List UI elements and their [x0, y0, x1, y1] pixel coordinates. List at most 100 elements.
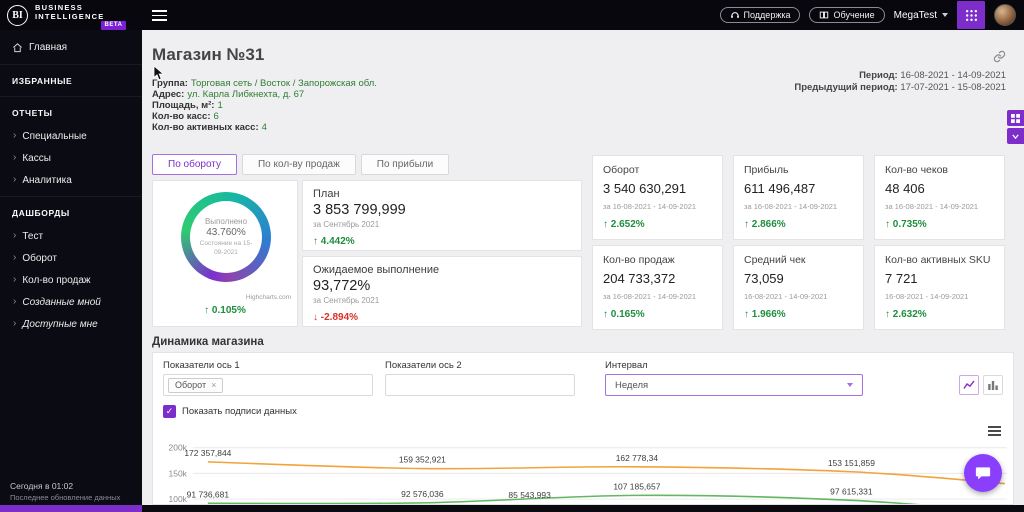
kpi-grid: Оборот 3 540 630,291 за 16-08-2021 - 14-…: [592, 155, 1005, 330]
plan-delta-wrap: 4.442%: [313, 231, 571, 249]
svg-text:153 151,859: 153 151,859: [828, 458, 875, 468]
plan-card: План 3 853 799,999 за Сентябрь 2021 4.44…: [302, 180, 582, 251]
sidebar-item-home[interactable]: Главная: [0, 30, 142, 65]
kpi-card-average-receipt: Средний чек 73,059 16-08-2021 - 14-09-20…: [733, 245, 864, 330]
apps-grid-button[interactable]: [957, 1, 985, 29]
dynamics-chart-area: 200k 150k 100k 172 357,844 159 352,921 162 77…: [153, 423, 1013, 504]
plan-value: 3 853 799,999: [313, 202, 406, 218]
hamburger-menu-icon[interactable]: [152, 10, 167, 21]
kpi-card-sales-count: Кол-во продаж 204 733,372 за 16-08-2021 …: [592, 245, 723, 330]
sidebar-item-cash-registers[interactable]: Кассы: [0, 147, 142, 169]
plan-period: за Сентябрь 2021: [313, 220, 380, 229]
tab-by-profit[interactable]: По прибыли: [360, 154, 450, 175]
line-chart-icon: [963, 380, 975, 389]
dynamics-line-chart: 200k150k100k172 357,844159 352,921 162 77…: [169, 443, 1008, 504]
sidebar-home-label: Главная: [29, 42, 68, 53]
expected-value: 93,772%: [313, 278, 371, 294]
detail-active-registers: Кол-во активных касс: 4: [152, 121, 267, 133]
user-avatar[interactable]: [994, 4, 1016, 26]
sidebar-footer: Сегодня в 01:02 Последнее обновление дан…: [0, 481, 142, 502]
plan-title: План: [313, 188, 340, 200]
sidebar-item-analytics[interactable]: Аналитика: [0, 169, 142, 191]
svg-text:97 615,331: 97 615,331: [830, 486, 873, 496]
svg-text:91 736,681: 91 736,681: [187, 489, 230, 499]
remove-chip-icon[interactable]: [211, 380, 216, 390]
book-icon: [820, 11, 829, 19]
axis2-label: Показатели ось 2: [385, 360, 462, 371]
chevron-right-icon: [13, 175, 16, 185]
sidebar-item-sales-count-dashboard[interactable]: Кол-во продаж: [0, 269, 142, 291]
chevron-down-icon: [942, 13, 948, 17]
dashboard-panel-button[interactable]: [1007, 110, 1024, 126]
kpi-card-turnover: Оборот 3 540 630,291 за 16-08-2021 - 14-…: [592, 155, 723, 240]
tab-by-turnover[interactable]: По обороту: [152, 154, 237, 175]
interval-select[interactable]: Неделя: [605, 374, 863, 396]
sidebar-item-created-by-me[interactable]: Созданные мной: [0, 291, 142, 313]
expected-delta: -2.894%: [313, 312, 358, 323]
gauge-completed-label: Выполнено: [204, 217, 248, 227]
interval-value: Неделя: [615, 379, 649, 391]
show-data-labels-row: Показать подписи данных: [163, 405, 297, 418]
bi-logo-text: BI: [12, 9, 23, 21]
metric-tabs: По обороту По кол-ву продаж По прибыли: [152, 154, 450, 175]
show-data-labels-label: Показать подписи данных: [182, 406, 297, 417]
sidebar-item-special-reports[interactable]: Специальные: [0, 125, 142, 147]
support-button[interactable]: Поддержка: [719, 7, 801, 23]
kpi-card-active-sku: Кол-во активных SKU 7 721 16-08-2021 - 1…: [874, 245, 1005, 330]
sidebar-item-test-dashboard[interactable]: Тест: [0, 225, 142, 247]
metric-chip-label: Оборот: [175, 380, 207, 390]
chevron-down-icon: [847, 383, 853, 387]
dynamics-section-title: Динамика магазина: [152, 336, 264, 348]
kpi-card-receipts: Кол-во чеков 48 406 за 16-08-2021 - 14-0…: [874, 155, 1005, 240]
headset-icon: [730, 12, 739, 18]
svg-text:162 778,34: 162 778,34: [616, 453, 659, 463]
svg-text:159 352,921: 159 352,921: [399, 455, 446, 465]
sidebar-section-favorites[interactable]: ИЗБРАННЫЕ: [0, 65, 142, 97]
svg-text:100k: 100k: [169, 494, 188, 504]
last-update-note: Последнее обновление данных: [10, 493, 121, 502]
account-menu[interactable]: MegaTest: [894, 10, 948, 21]
training-button[interactable]: Обучение: [809, 7, 885, 23]
chat-widget-button[interactable]: [964, 454, 1002, 492]
gauge-delta: 0.105%: [204, 305, 246, 316]
page-title: Магазин №31: [152, 45, 265, 64]
sidebar-item-turnover-dashboard[interactable]: Оборот: [0, 247, 142, 269]
support-label: Поддержка: [743, 10, 791, 20]
training-label: Обучение: [833, 10, 875, 20]
top-bar: BI BUSINESS INTELLIGENCE BETA Поддержка …: [0, 0, 1024, 31]
bar-chart-icon: [988, 381, 998, 390]
gauge-completed-value: 43.760%: [206, 227, 246, 239]
sidebar-item-available-to-me[interactable]: Доступные мне: [0, 313, 142, 335]
sidebar: Главная ИЗБРАННЫЕ ОТЧЕТЫ Специальные Кас…: [0, 30, 142, 512]
bar-chart-type-button[interactable]: [983, 375, 1003, 395]
sidebar-accent-bar: [0, 505, 142, 512]
sidebar-section-reports[interactable]: ОТЧЕТЫ: [0, 97, 142, 125]
donut-center-text: Выполнено 43.760% Состояние на 15-09-202…: [181, 192, 271, 282]
chevron-right-icon: [13, 275, 16, 285]
interval-label: Интервал: [605, 360, 648, 371]
collapse-panel-button[interactable]: [1007, 128, 1024, 144]
svg-text:172 357,844: 172 357,844: [184, 448, 231, 458]
line-chart-type-button[interactable]: [959, 375, 979, 395]
gauge-state-text: Состояние на 15-09-2021: [199, 240, 253, 256]
topbar-right: Поддержка Обучение MegaTest: [719, 1, 1024, 29]
chevron-right-icon: [13, 253, 16, 263]
chevron-right-icon: [13, 319, 16, 329]
period-info: Период: 16-08-2021 - 14-09-2021 Предыдущ…: [794, 70, 1006, 94]
show-data-labels-checkbox[interactable]: [163, 405, 176, 418]
previous-period: Предыдущий период: 17-07-2021 - 15-08-20…: [794, 82, 1006, 93]
brand-line2: INTELLIGENCE: [35, 11, 105, 21]
apps-grid-icon: [965, 9, 977, 21]
tab-by-sales-count[interactable]: По кол-ву продаж: [241, 154, 356, 175]
svg-text:85 543,993: 85 543,993: [508, 490, 551, 500]
chevron-right-icon: [13, 297, 16, 307]
share-link-icon[interactable]: [993, 50, 1006, 63]
chevron-right-icon: [13, 131, 16, 141]
expected-period: за Сентябрь 2021: [313, 296, 380, 305]
axis1-input[interactable]: Оборот: [163, 374, 373, 396]
expected-completion-card: Ожидаемое выполнение 93,772% за Сентябрь…: [302, 256, 582, 327]
metric-chip: Оборот: [168, 377, 224, 393]
axis2-input[interactable]: [385, 374, 575, 396]
sidebar-section-dashboards[interactable]: ДАШБОРДЫ: [0, 196, 142, 225]
dynamics-panel: Показатели ось 1 Показатели ось 2 Интерв…: [152, 352, 1014, 505]
